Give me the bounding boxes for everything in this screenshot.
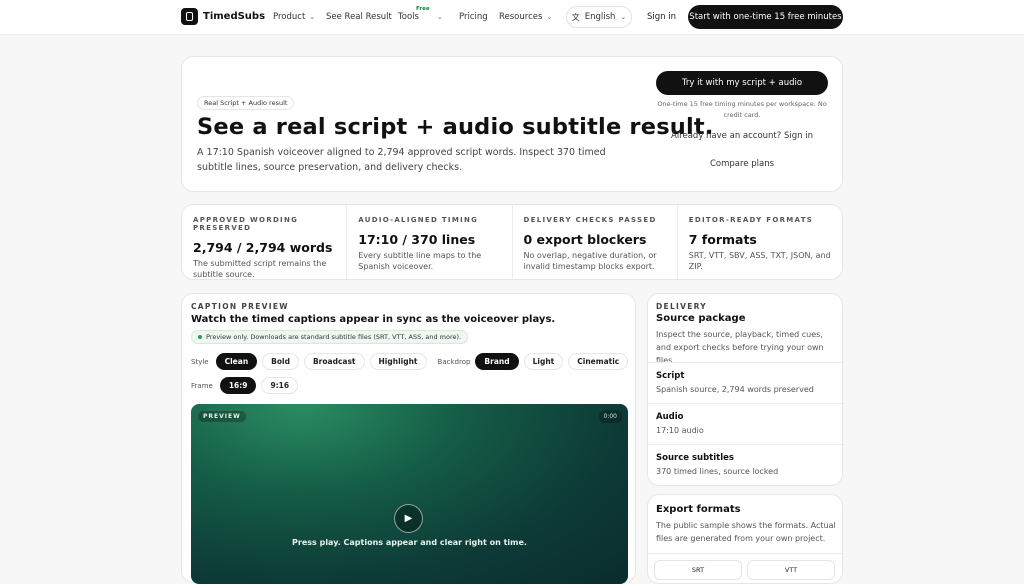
frame-options: Frame 16:9 9:16 — [191, 377, 299, 394]
stat-desc: The submitted script remains the subtitl… — [193, 259, 327, 279]
compare-plans-link[interactable]: Compare plans — [656, 159, 828, 169]
style-option-bold[interactable]: Bold — [262, 353, 299, 370]
preview-note-text: Preview only. Downloads are standard sub… — [206, 333, 462, 341]
try-it-button[interactable]: Try it with my script + audio — [656, 71, 828, 95]
nav-resources[interactable]: Resources ⌄ — [499, 12, 552, 22]
export-desc: The public sample shows the formats. Act… — [656, 521, 836, 543]
backdrop-option-cinematic[interactable]: Cinematic — [568, 353, 629, 370]
preview-title: Watch the timed captions appear in sync … — [191, 314, 556, 325]
style-option-highlight[interactable]: Highlight — [369, 353, 427, 370]
nav-product-label: Product — [273, 12, 306, 22]
nav-tools-label: Tools — [398, 12, 419, 22]
nav-real-result[interactable]: See Real Result — [326, 12, 392, 22]
delivery-item-audio: Audio 17:10 audio — [648, 403, 844, 444]
delivery-item-title: Audio — [656, 412, 684, 422]
preview-label: CAPTION PREVIEW — [191, 302, 289, 311]
format-srt-button[interactable]: SRT — [654, 560, 742, 580]
nav-real-result-label: See Real Result — [326, 12, 392, 22]
nav-pricing[interactable]: Pricing — [459, 12, 488, 22]
stat-label: AUDIO-ALIGNED TIMING — [358, 216, 479, 224]
stat-checks: DELIVERY CHECKS PASSED 0 export blockers… — [513, 205, 678, 279]
play-icon: ▶ — [404, 513, 413, 524]
brand-name: TimedSubs — [203, 11, 266, 22]
video-timestamp: 0:00 — [598, 410, 622, 423]
nav-product[interactable]: Product ⌄ — [273, 12, 315, 22]
chevron-down-icon: ⌄ — [546, 13, 553, 21]
play-button[interactable]: ▶ — [394, 504, 423, 533]
caption-preview-card: CAPTION PREVIEW Watch the timed captions… — [181, 293, 636, 584]
stat-timing: AUDIO-ALIGNED TIMING 17:10 / 370 lines E… — [347, 205, 513, 279]
delivery-item-value: 17:10 audio — [656, 426, 704, 435]
backdrop-option-light[interactable]: Light — [523, 353, 564, 370]
language-selector[interactable]: 文 English ⌄ — [566, 6, 632, 28]
delivery-item-script: Script Spanish source, 2,794 words prese… — [648, 362, 844, 403]
try-note: One-time 15 free timing minutes per work… — [657, 100, 827, 119]
language-label: English — [584, 12, 616, 22]
hero-chip: Real Script + Audio result — [197, 96, 295, 110]
stat-label: APPROVED WORDING PRESERVED — [193, 216, 299, 232]
style-options: Style Clean Bold Broadcast Highlight Bac… — [191, 353, 629, 370]
nav-tools[interactable]: Tools ⌄ — [398, 12, 443, 22]
video-caption: Press play. Captions appear and clear ri… — [292, 538, 527, 547]
stat-formats: EDITOR-READY FORMATS 7 formats SRT, VTT,… — [678, 205, 842, 279]
delivery-item-title: Script — [656, 371, 685, 381]
stat-value: 7 formats — [688, 232, 757, 247]
export-formats-card: Export formats The public sample shows t… — [647, 494, 844, 584]
export-title: Export formats — [656, 504, 741, 515]
frame-option-9-16[interactable]: 9:16 — [261, 377, 299, 394]
sign-in-link[interactable]: Sign in — [647, 12, 676, 22]
stat-wording: APPROVED WORDING PRESERVED 2,794 / 2,794… — [182, 205, 348, 279]
chevron-down-icon: ⌄ — [436, 13, 443, 21]
nav-pricing-label: Pricing — [459, 12, 488, 22]
top-nav: TimedSubs Product ⌄ See Real Result Free … — [0, 0, 1024, 35]
delivery-card: DELIVERY Source package Inspect the sour… — [647, 293, 844, 486]
have-account-link[interactable]: Already have an account? Sign in — [656, 131, 828, 141]
stat-label: DELIVERY CHECKS PASSED — [523, 216, 657, 224]
frame-option-16-9[interactable]: 16:9 — [219, 377, 257, 394]
delivery-title: Source package — [656, 313, 746, 324]
frame-label: Frame — [191, 381, 213, 390]
video-preview-badge: PREVIEW — [197, 410, 247, 423]
stat-value: 17:10 / 370 lines — [358, 232, 476, 247]
style-option-clean[interactable]: Clean — [215, 353, 258, 370]
delivery-item-value: Spanish source, 2,794 words preserved — [656, 385, 814, 394]
backdrop-option-brand[interactable]: Brand — [475, 353, 519, 370]
delivery-item-value: 370 timed lines, source locked — [656, 467, 779, 476]
format-vtt-button[interactable]: VTT — [747, 560, 835, 580]
nav-resources-label: Resources — [499, 12, 543, 22]
stats-card: APPROVED WORDING PRESERVED 2,794 / 2,794… — [181, 204, 843, 280]
style-option-broadcast[interactable]: Broadcast — [303, 353, 365, 370]
stat-value: 0 export blockers — [523, 232, 647, 247]
stat-desc: SRT, VTT, SBV, ASS, TXT, JSON, and ZIP. — [688, 251, 831, 271]
stat-desc: No overlap, negative duration, or invali… — [523, 251, 657, 271]
divider — [648, 553, 844, 554]
video-player[interactable]: PREVIEW 0:00 ▶ Press play. Captions appe… — [191, 404, 628, 584]
chevron-down-icon: ⌄ — [620, 13, 627, 21]
translate-icon: 文 — [571, 12, 580, 22]
logo-icon — [181, 8, 198, 25]
delivery-item-subtitles: Source subtitles 370 timed lines, source… — [648, 444, 844, 486]
page-title: See a real script + audio subtitle resul… — [197, 114, 714, 140]
delivery-item-title: Source subtitles — [656, 453, 734, 463]
preview-note: Preview only. Downloads are standard sub… — [191, 330, 469, 344]
brand-logo[interactable]: TimedSubs — [181, 8, 265, 25]
status-dot-icon — [198, 335, 202, 339]
style-label: Style — [191, 357, 209, 366]
stat-desc: Every subtitle line maps to the Spanish … — [358, 251, 482, 271]
hero-description: A 17:10 Spanish voiceover aligned to 2,7… — [197, 147, 606, 173]
stat-label: EDITOR-READY FORMATS — [688, 216, 814, 224]
stat-value: 2,794 / 2,794 words — [193, 240, 333, 255]
delivery-label: DELIVERY — [656, 302, 708, 311]
chevron-down-icon: ⌄ — [309, 13, 316, 21]
start-free-button[interactable]: Start with one-time 15 free minutes — [688, 5, 843, 29]
backdrop-label: Backdrop — [437, 357, 471, 366]
